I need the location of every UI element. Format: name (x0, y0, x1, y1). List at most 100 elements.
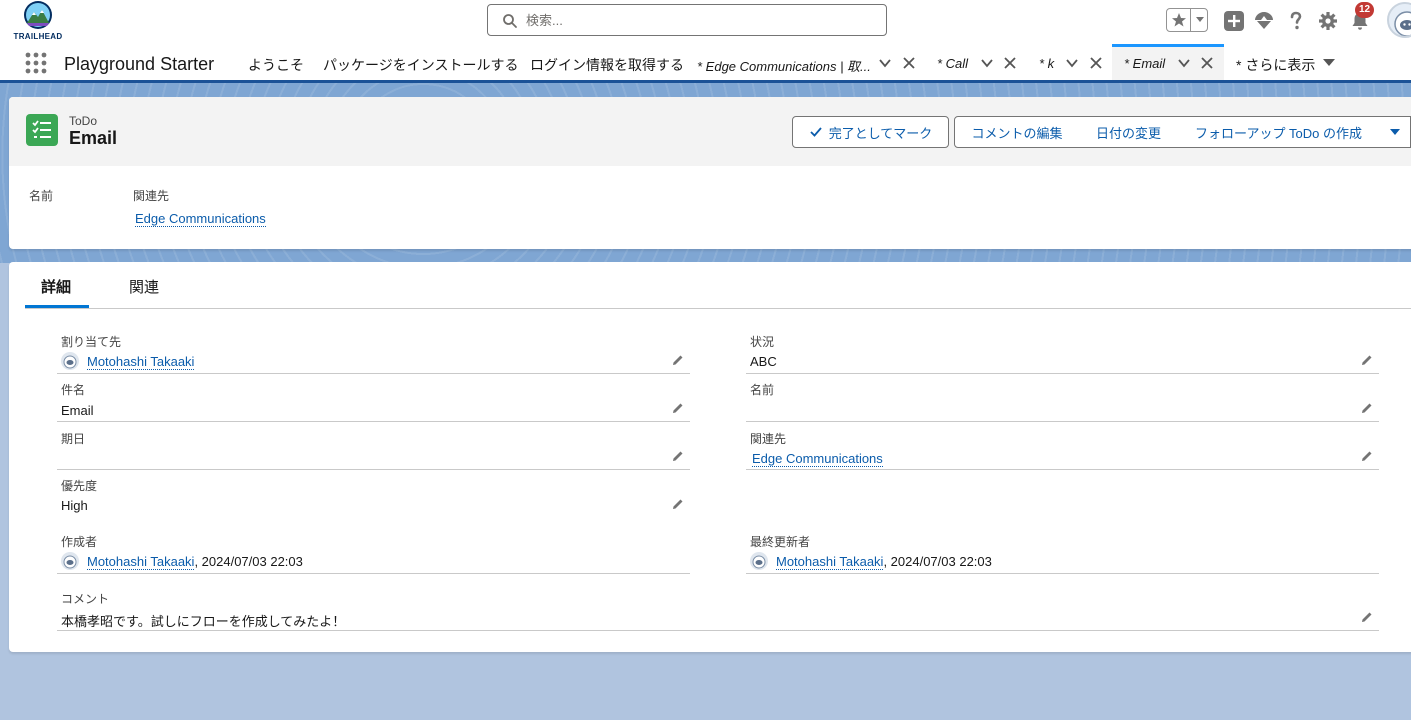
highlight-related-link[interactable]: Edge Communications (135, 211, 266, 227)
field-comments: コメント 本橋孝昭です。試しにフローを作成してみたよ！ (57, 583, 1379, 631)
field-value: Email (61, 403, 94, 418)
chevron-down-icon[interactable] (980, 56, 994, 70)
search-input[interactable] (526, 11, 866, 29)
modified-by-value: Motohashi Takaaki, 2024/07/03 22:03 (776, 554, 992, 570)
field-label: 割り当て先 (61, 335, 122, 349)
tab-call[interactable]: * Call (928, 44, 1026, 80)
detail-tabs: 詳細 関連 (25, 262, 1411, 309)
field-assigned-to: 割り当て先 Motohashi Takaaki (57, 326, 690, 374)
tab-related[interactable]: 関連 (129, 276, 159, 297)
modified-date: , 2024/07/03 22:03 (883, 554, 992, 569)
edit-comments-label: コメントの編集 (971, 125, 1063, 141)
edit-pencil-icon[interactable] (671, 449, 685, 463)
user-avatar (750, 552, 768, 570)
field-label: 状況 (750, 335, 775, 349)
object-type-label: ToDo (69, 114, 98, 128)
edit-pencil-icon[interactable] (1360, 610, 1374, 624)
global-header: TRAILHEAD 検索... 12 (0, 0, 1411, 44)
gear-icon (1319, 12, 1337, 30)
astro-avatar-icon (752, 555, 766, 569)
field-name: 名前 (746, 374, 1379, 422)
tab-k[interactable]: * k (1030, 44, 1110, 80)
favorites-star-button[interactable] (1167, 9, 1191, 31)
record-detail-card: 詳細 関連 割り当て先 Motohashi Takaaki 状況 ABC 件名 … (9, 262, 1411, 652)
field-label: 件名 (61, 383, 86, 397)
field-status: 状況 ABC (746, 326, 1379, 374)
chevron-down-icon[interactable] (1065, 56, 1079, 70)
setup-button[interactable] (1317, 10, 1339, 32)
global-actions-button[interactable] (1223, 10, 1245, 32)
edit-pencil-icon[interactable] (1360, 353, 1374, 367)
edit-comments-button[interactable]: コメントの編集 (954, 116, 1080, 148)
tab-email[interactable]: * Email (1112, 44, 1224, 80)
assigned-user-link[interactable]: Motohashi Takaaki (87, 354, 195, 370)
trailhead-guidance-button[interactable] (1253, 10, 1275, 32)
tab-label: * Email (1124, 56, 1166, 71)
tab-label: * Edge Communications | 取... (697, 59, 871, 74)
tab-details[interactable]: 詳細 (41, 276, 71, 297)
more-actions-button[interactable] (1379, 116, 1411, 148)
chevron-down-icon (1195, 17, 1204, 22)
chevron-down-icon[interactable] (878, 56, 892, 70)
created-by-value: Motohashi Takaaki, 2024/07/03 22:03 (87, 554, 303, 570)
create-followup-todo-label: フォローアップ ToDo の作成 (1194, 125, 1363, 141)
close-icon[interactable] (1200, 56, 1214, 70)
user-avatar (61, 352, 79, 370)
nav-more-button[interactable]: * さらに表示 (1236, 55, 1315, 75)
field-value: 本橋孝昭です。試しにフローを作成してみたよ！ (61, 614, 346, 629)
trailhead-logo-icon (24, 1, 52, 29)
field-last-modified-by: 最終更新者 Motohashi Takaaki, 2024/07/03 22:0… (746, 526, 1379, 574)
field-due-date: 期日 (57, 422, 690, 470)
chevron-down-icon[interactable] (1322, 58, 1336, 68)
mark-complete-button[interactable]: 完了としてマーク (792, 116, 949, 148)
created-by-user-link[interactable]: Motohashi Takaaki (87, 554, 195, 570)
user-avatar (61, 552, 79, 570)
close-icon[interactable] (1003, 56, 1017, 70)
star-icon (1171, 13, 1186, 27)
field-related-to: 関連先 Edge Communications (746, 422, 1379, 470)
field-value: ABC (750, 354, 777, 369)
field-created-by: 作成者 Motohashi Takaaki, 2024/07/03 22:03 (57, 526, 690, 574)
edit-pencil-icon[interactable] (1360, 401, 1374, 415)
field-subject: 件名 Email (57, 374, 690, 422)
app-launcher-button[interactable] (25, 52, 47, 74)
tab-label: * Call (937, 56, 969, 71)
nav-item-install-package[interactable]: パッケージをインストールする (323, 55, 518, 75)
record-title: Email (69, 128, 118, 148)
astro-avatar-icon (63, 555, 77, 569)
active-tab-indicator (25, 305, 89, 308)
task-list-icon (32, 120, 51, 138)
change-date-label: 日付の変更 (1095, 125, 1161, 141)
chevron-down-icon[interactable] (1177, 56, 1191, 70)
edit-pencil-icon[interactable] (671, 401, 685, 415)
modified-by-user-link[interactable]: Motohashi Takaaki (776, 554, 884, 570)
close-icon[interactable] (1089, 56, 1103, 70)
edit-pencil-icon[interactable] (1360, 449, 1374, 463)
related-record-link[interactable]: Edge Communications (752, 451, 883, 467)
field-label: 最終更新者 (750, 535, 811, 549)
global-search[interactable] (487, 4, 887, 36)
tab-edge-communications[interactable]: * Edge Communications | 取... (688, 44, 928, 80)
nav-item-welcome[interactable]: ようこそ (248, 55, 304, 75)
help-button[interactable] (1285, 10, 1307, 32)
favorites-group (1166, 8, 1208, 32)
chevron-down-icon (1389, 129, 1400, 135)
create-followup-todo-button[interactable]: フォローアップ ToDo の作成 (1178, 116, 1380, 148)
highlight-related-label: 関連先 (133, 189, 170, 203)
close-icon[interactable] (902, 56, 916, 70)
nav-item-get-login[interactable]: ログイン情報を取得する (530, 55, 684, 75)
change-date-button[interactable]: 日付の変更 (1079, 116, 1179, 148)
astro-avatar-icon (63, 355, 77, 369)
app-launcher-icon (25, 52, 47, 74)
edit-pencil-icon[interactable] (671, 353, 685, 367)
app-name: Playground Starter (64, 54, 215, 74)
field-label: 作成者 (61, 535, 98, 549)
trailhead-logo[interactable]: TRAILHEAD (10, 0, 66, 44)
check-icon (810, 127, 822, 137)
favorites-menu-button[interactable] (1191, 9, 1208, 31)
user-avatar[interactable] (1387, 2, 1411, 38)
field-label: 期日 (61, 432, 86, 446)
field-label: 関連先 (750, 432, 787, 446)
edit-pencil-icon[interactable] (671, 497, 685, 511)
todo-record-icon (26, 114, 58, 146)
